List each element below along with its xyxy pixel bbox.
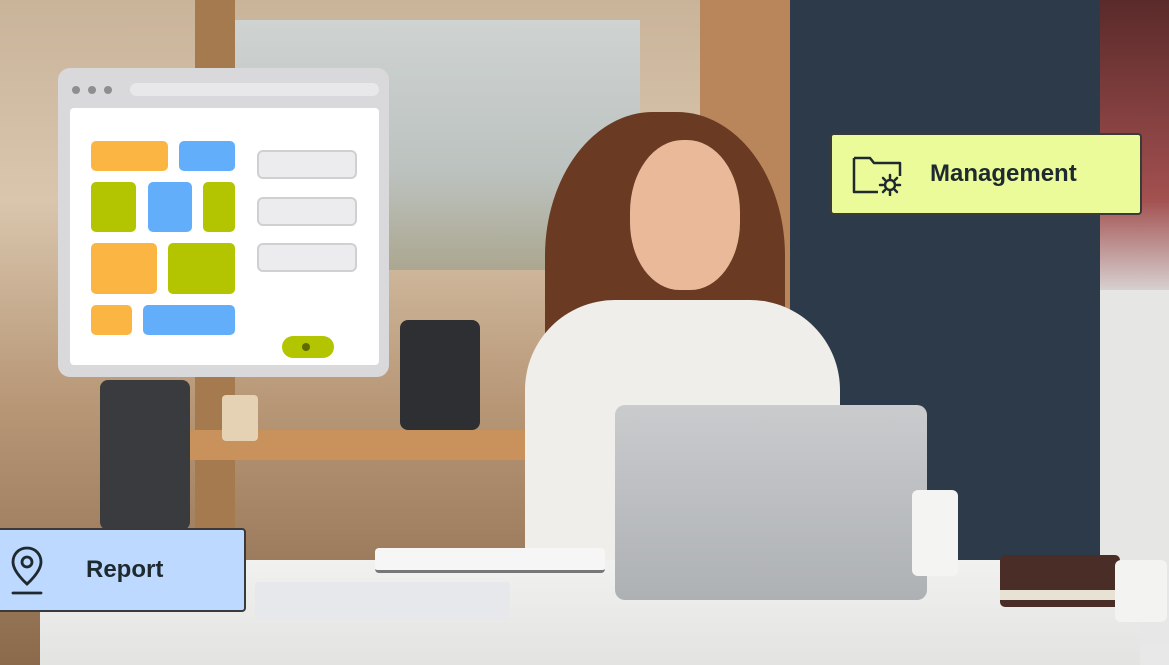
window-dot bbox=[104, 86, 112, 94]
browser-map-icon bbox=[58, 68, 389, 377]
map-tile bbox=[91, 243, 157, 294]
map-tile bbox=[143, 305, 235, 335]
management-label: Management bbox=[830, 133, 1142, 215]
address-bar bbox=[130, 83, 379, 96]
hero-photo: Management Report bbox=[0, 0, 1169, 665]
marble-wall bbox=[1100, 290, 1169, 570]
mug bbox=[912, 490, 958, 576]
map-tile bbox=[179, 141, 235, 171]
map-tile bbox=[91, 141, 168, 171]
book-pages bbox=[1000, 590, 1120, 600]
potted-plant bbox=[1115, 560, 1167, 622]
map-tile bbox=[91, 305, 132, 335]
toggle-pill bbox=[282, 336, 334, 358]
map-tile bbox=[91, 182, 136, 232]
map-tile bbox=[203, 182, 235, 232]
form-field bbox=[257, 150, 357, 179]
laptop bbox=[615, 405, 927, 600]
person-face bbox=[630, 140, 740, 290]
chair bbox=[400, 320, 480, 430]
report-label: Report bbox=[0, 528, 246, 612]
document-folder bbox=[255, 582, 510, 620]
folder-gear-icon bbox=[852, 156, 902, 196]
form-field bbox=[257, 243, 357, 272]
chair bbox=[100, 380, 190, 530]
background-table bbox=[145, 430, 545, 460]
browser-panel bbox=[70, 108, 379, 365]
form-field bbox=[257, 197, 357, 226]
coffee-cup bbox=[222, 395, 258, 441]
management-text: Management bbox=[930, 160, 1077, 187]
window-dot bbox=[88, 86, 96, 94]
window-dot bbox=[72, 86, 80, 94]
report-text: Report bbox=[86, 556, 164, 583]
spiral-notebook bbox=[375, 548, 605, 573]
map-tile bbox=[148, 182, 192, 232]
location-pin-icon bbox=[11, 546, 43, 595]
